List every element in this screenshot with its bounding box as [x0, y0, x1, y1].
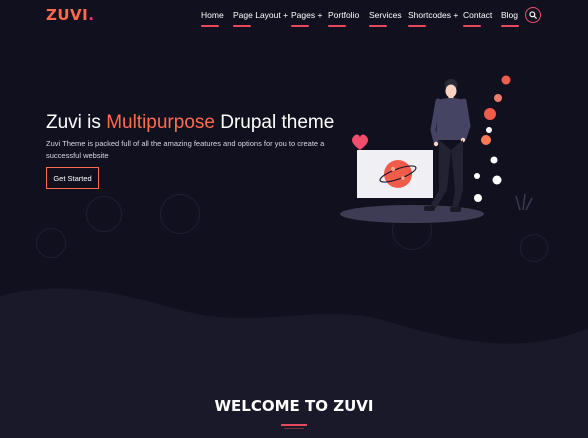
nav-item-home[interactable]: Home: [201, 10, 224, 27]
decorative-circle: [160, 194, 200, 234]
bubble: [486, 127, 492, 133]
nav-item-label: Services: [369, 10, 402, 20]
nav-underline: [233, 25, 251, 27]
main-nav: Home Page Layout + Pages + Portfolio Ser…: [0, 10, 588, 30]
page: ZUVI. Home Page Layout + Pages + Portfol…: [0, 0, 588, 438]
bubble: [501, 75, 511, 85]
bubble: [474, 194, 482, 202]
nav-item-label: Page Layout +: [233, 10, 289, 20]
nav-underline: [463, 25, 481, 27]
hero-title-accent: Multipurpose: [106, 112, 215, 133]
heading-underline: [281, 424, 307, 426]
grass-icon: [515, 193, 533, 211]
nav-underline: [201, 25, 219, 27]
nav-item-page-layout[interactable]: Page Layout +: [233, 10, 289, 27]
bubble: [494, 94, 502, 102]
nav-item-shortcodes[interactable]: Shortcodes +: [408, 10, 459, 27]
bubble: [484, 108, 496, 120]
get-started-button[interactable]: Get Started: [46, 167, 99, 189]
decorative-circle: [86, 196, 122, 232]
nav-item-label: Shortcodes +: [408, 10, 459, 20]
hero-title-post: Drupal theme: [214, 112, 335, 133]
nav-item-label: Blog: [501, 10, 519, 20]
nav-underline: [501, 25, 519, 27]
bubble: [481, 135, 491, 145]
heart-icon: [352, 134, 368, 150]
nav-underline: [291, 25, 309, 27]
nav-underline: [328, 25, 346, 27]
nav-item-blog[interactable]: Blog: [501, 10, 519, 27]
nav-item-services[interactable]: Services: [369, 10, 402, 27]
decorative-circle: [520, 234, 548, 262]
bubble: [492, 175, 502, 185]
bubble: [474, 173, 480, 179]
nav-item-portfolio[interactable]: Portfolio: [328, 10, 360, 27]
welcome-heading: WELCOME TO ZUVI: [214, 397, 374, 415]
nav-item-contact[interactable]: Contact: [463, 10, 493, 27]
search-button[interactable]: [525, 7, 541, 23]
hero-title: Zuvi is Multipurpose Drupal theme: [46, 112, 334, 134]
hero-illustration: [340, 75, 533, 223]
ground-shadow: [340, 205, 484, 223]
hero-description: Zuvi Theme is packed full of all the ama…: [46, 139, 325, 160]
nav-underline: [408, 25, 426, 27]
hero-title-pre: Zuvi is: [46, 112, 107, 133]
decorative-circle: [36, 228, 66, 258]
nav-item-label: Home: [201, 10, 224, 20]
nav-item-label: Pages +: [291, 10, 323, 20]
nav-item-label: Portfolio: [328, 10, 360, 20]
nav-item-pages[interactable]: Pages +: [291, 10, 323, 27]
planet-icon: [384, 160, 412, 188]
search-icon: [529, 11, 537, 19]
nav-item-label: Contact: [463, 10, 493, 20]
bubble: [490, 156, 498, 164]
heading-underline-secondary: [284, 428, 304, 429]
nav-underline: [369, 25, 387, 27]
